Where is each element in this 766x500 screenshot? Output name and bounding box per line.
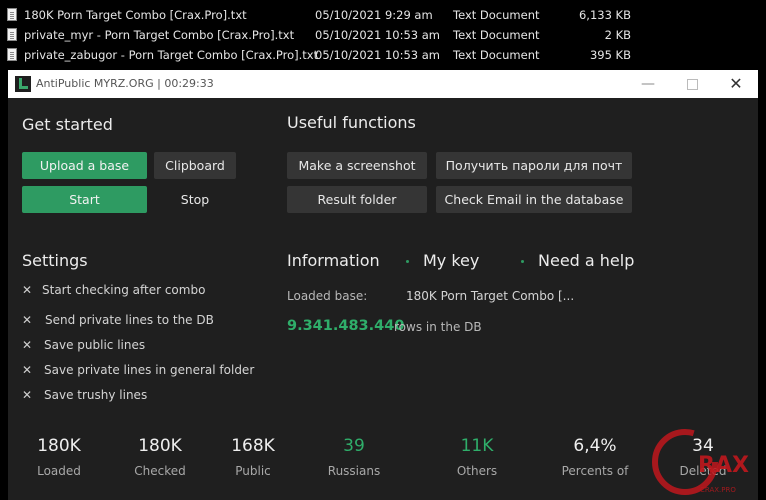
stat-value: 168K	[231, 436, 275, 456]
rows-label: rows in the DB	[394, 320, 482, 334]
setting-send-private[interactable]: ✕ Send private lines to the DB	[22, 313, 214, 331]
setting-save-trushy[interactable]: ✕ Save trushy lines	[22, 388, 147, 406]
maximize-icon	[686, 78, 698, 90]
stat-value: 6,4%	[573, 436, 617, 456]
setting-label: Start checking after combo	[42, 283, 206, 297]
stat-label: Checked	[134, 464, 186, 478]
file-row[interactable]: private_zabugor - Porn Target Combo [Cra…	[0, 45, 766, 65]
checkbox-icon: ✕	[22, 338, 33, 352]
file-date: 05/10/2021 10:53 am	[315, 28, 440, 42]
file-row[interactable]: 180K Porn Target Combo [Crax.Pro].txt 05…	[0, 5, 766, 25]
file-name: 180K Porn Target Combo [Crax.Pro].txt	[24, 8, 247, 22]
rows-count: 9.341.483.440	[287, 318, 405, 334]
app-logo-icon	[15, 76, 31, 92]
file-list: 180K Porn Target Combo [Crax.Pro].txt 05…	[0, 0, 766, 68]
watermark-text: RAX	[698, 453, 749, 478]
setting-label: Save trushy lines	[44, 388, 148, 402]
crax-watermark-logo: RAX CRAX.PRO	[652, 429, 749, 495]
setting-label: Send private lines to the DB	[45, 313, 214, 327]
loaded-base-label: Loaded base:	[287, 289, 368, 303]
loaded-base-value: 180K Porn Target Combo [...	[406, 289, 575, 303]
file-size: 2 KB	[604, 28, 631, 42]
file-type: Text Document	[453, 8, 540, 22]
stat-label: Others	[456, 464, 498, 478]
get-passwords-button[interactable]: Получить пароли для почт	[436, 152, 632, 179]
tab-separator-dot	[406, 260, 409, 263]
checkbox-icon: ✕	[22, 363, 33, 377]
check-email-button[interactable]: Check Email in the database	[436, 186, 632, 213]
file-size: 395 KB	[589, 48, 631, 62]
file-name: private_zabugor - Porn Target Combo [Cra…	[24, 48, 319, 62]
upload-base-button[interactable]: Upload a base	[22, 152, 147, 179]
stat-checked: 180K Checked	[115, 436, 205, 478]
file-name: private_myr - Porn Target Combo [Crax.Pr…	[24, 28, 295, 42]
file-size: 6,133 KB	[578, 8, 631, 22]
checkbox-icon: ✕	[22, 313, 33, 327]
stat-value: 39	[343, 436, 365, 456]
stat-label: Public	[235, 464, 271, 478]
checkbox-icon: ✕	[22, 283, 33, 297]
start-button[interactable]: Start	[22, 186, 147, 213]
window-title: AntiPublic MYRZ.ORG | 00:29:33	[36, 77, 214, 90]
checkbox-icon: ✕	[22, 388, 33, 402]
maximize-button[interactable]	[670, 70, 714, 98]
tab-need-help[interactable]: Need a help	[538, 251, 634, 270]
stat-label: Russians	[327, 464, 381, 478]
useful-functions-heading: Useful functions	[287, 113, 416, 132]
setting-label: Save private lines in general folder	[44, 363, 255, 377]
file-type: Text Document	[453, 48, 540, 62]
stat-public: 168K Public	[208, 436, 298, 478]
stat-value: 180K	[37, 436, 81, 456]
settings-heading: Settings	[22, 251, 88, 270]
stat-others: 11K Others	[432, 436, 522, 478]
setting-label: Save public lines	[44, 338, 146, 352]
file-row[interactable]: private_myr - Porn Target Combo [Crax.Pr…	[0, 25, 766, 45]
setting-save-public[interactable]: ✕ Save public lines	[22, 338, 145, 356]
text-file-icon	[7, 48, 17, 61]
stat-label: Loaded	[37, 464, 81, 478]
result-folder-button[interactable]: Result folder	[287, 186, 427, 213]
file-date: 05/10/2021 9:29 am	[315, 8, 433, 22]
title-bar[interactable]: AntiPublic MYRZ.ORG | 00:29:33 — ✕	[8, 70, 758, 98]
stat-russians: 39 Russians	[309, 436, 399, 478]
stat-loaded: 180K Loaded	[14, 436, 104, 478]
get-started-heading: Get started	[22, 115, 113, 134]
tab-my-key[interactable]: My key	[423, 251, 479, 270]
setting-save-private-general[interactable]: ✕ Save private lines in general folder	[22, 363, 254, 381]
clipboard-button[interactable]: Clipboard	[154, 152, 236, 179]
text-file-icon	[7, 28, 17, 41]
stat-value: 180K	[138, 436, 182, 456]
tab-separator-dot	[521, 260, 524, 263]
text-file-icon	[7, 8, 17, 21]
stat-percents: 6,4% Percents of	[550, 436, 640, 478]
make-screenshot-button[interactable]: Make a screenshot	[287, 152, 427, 179]
close-button[interactable]: ✕	[714, 70, 758, 98]
stat-label: Percents of	[561, 464, 629, 478]
file-date: 05/10/2021 10:53 am	[315, 48, 440, 62]
setting-start-after-combo[interactable]: ✕ Start checking after combo	[22, 283, 205, 301]
stop-button[interactable]: Stop	[154, 186, 236, 213]
minimize-button[interactable]: —	[626, 70, 670, 98]
stat-value: 11K	[460, 436, 494, 456]
file-type: Text Document	[453, 28, 540, 42]
tab-information[interactable]: Information	[287, 251, 380, 270]
watermark-subtext: CRAX.PRO	[700, 486, 736, 494]
